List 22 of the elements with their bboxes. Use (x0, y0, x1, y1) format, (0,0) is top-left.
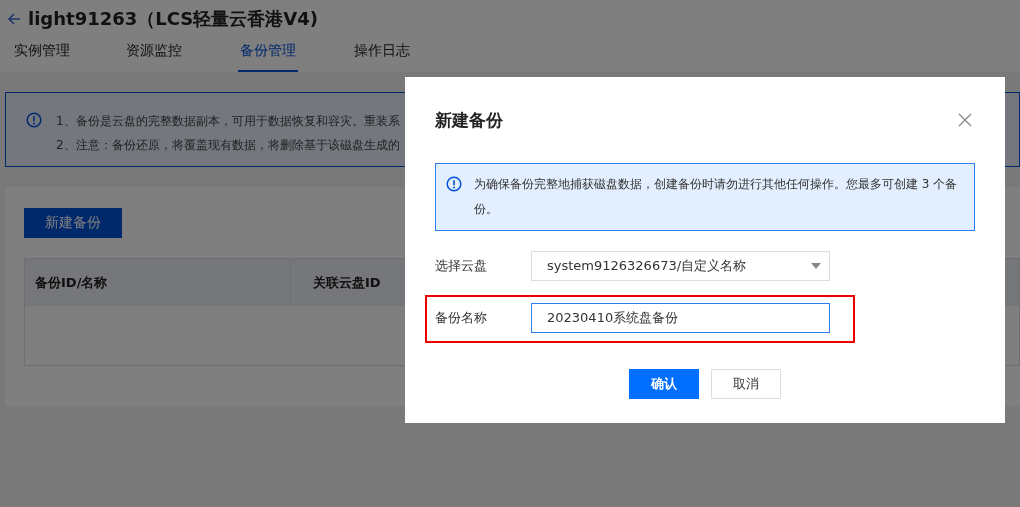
close-icon[interactable] (958, 113, 972, 127)
notice-text: 2、注意：备份还原，将覆盖现有数据，将删除基于该磁盘生成的 (56, 137, 400, 154)
caret-icon (811, 263, 821, 269)
tab[interactable]: 操作日志 (354, 32, 410, 72)
field-label: 备份名称 (435, 309, 488, 327)
cancel-button[interactable]: 取消 (711, 369, 781, 399)
input-field[interactable]: 20230410系统盘备份 (531, 303, 830, 333)
confirm-button[interactable]: 确认 (629, 369, 699, 399)
column-header: 关联云盘ID (312, 273, 381, 292)
new-backup-button[interactable]: 新建备份 (24, 208, 122, 238)
field-label: 选择云盘 (435, 257, 488, 275)
notice-text: 1、备份是云盘的完整数据副本，可用于数据恢复和容灾。重装系 (56, 113, 400, 130)
dialog-title: 新建备份 (435, 108, 503, 132)
tab[interactable]: 实例管理 (14, 32, 70, 72)
info-icon (446, 176, 462, 192)
info-icon (26, 112, 42, 128)
back-arrow-icon[interactable] (6, 11, 22, 27)
disk-select[interactable]: system9126326673/自定义名称 (531, 251, 830, 281)
tab[interactable]: 资源监控 (126, 32, 182, 72)
column-header: 备份ID/名称 (25, 259, 291, 306)
notice-text: 为确保备份完整地捕获磁盘数据，创建备份时请勿进行其他任何操作。您最多可创建 3 个备份。 (474, 176, 959, 218)
page-title: light91263（LCS轻量云香港V4) (28, 7, 318, 31)
